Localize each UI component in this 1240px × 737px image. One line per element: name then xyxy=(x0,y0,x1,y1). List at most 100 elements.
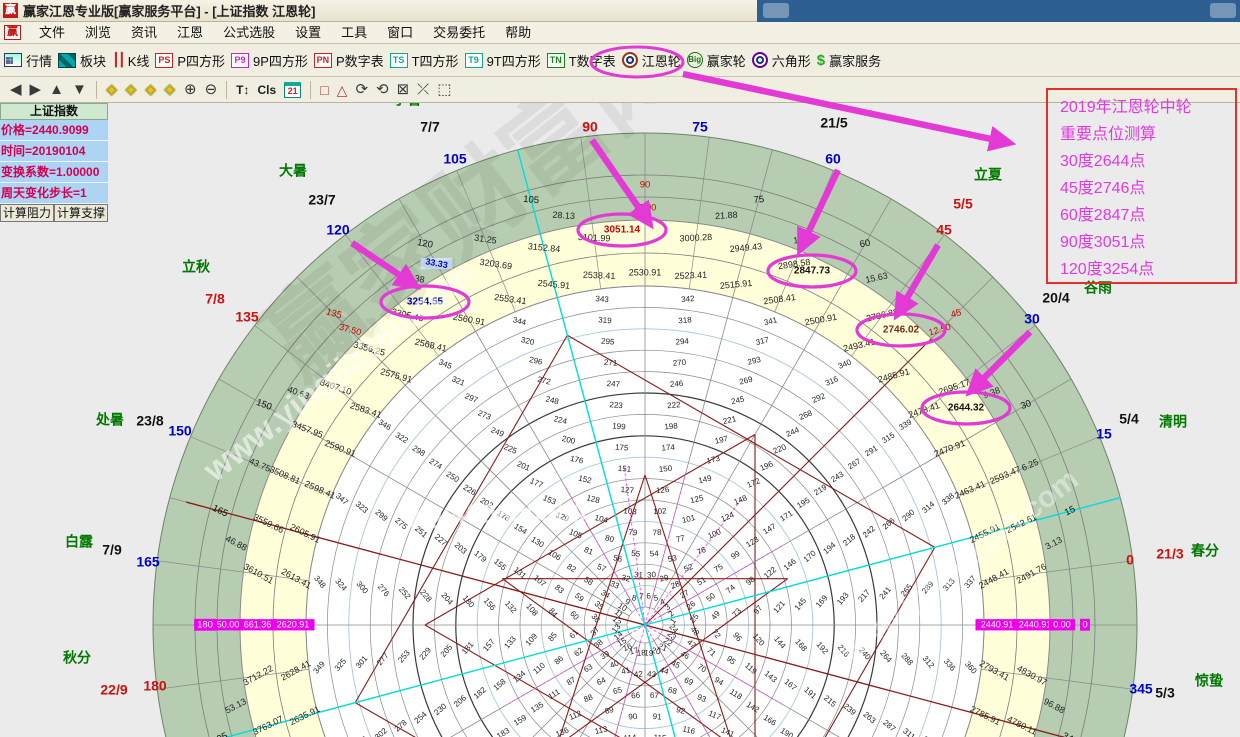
svg-text:78: 78 xyxy=(652,528,662,538)
svg-text:67: 67 xyxy=(650,691,660,701)
menu-item-文件[interactable]: 文件 xyxy=(29,22,75,43)
back-icon[interactable]: ◀ xyxy=(10,79,22,101)
svg-text:45: 45 xyxy=(936,222,952,238)
menu-item-设置[interactable]: 设置 xyxy=(285,22,331,43)
calc-support-button[interactable]: 计算支撑 xyxy=(54,204,108,222)
svg-text:2620.91: 2620.91 xyxy=(277,619,310,629)
toolbar-button-T四方形[interactable]: TST四方形 xyxy=(390,51,459,70)
svg-text:42: 42 xyxy=(634,669,644,679)
svg-text:246: 246 xyxy=(670,379,685,389)
diamond-up-icon[interactable]: ◈ xyxy=(145,79,157,101)
toolbar-button-T数字表[interactable]: TN T数字表 xyxy=(547,51,616,70)
svg-text:54: 54 xyxy=(650,549,660,559)
toolbar-label: T数字表 xyxy=(569,51,616,70)
zoom-out-icon[interactable]: ⊖ xyxy=(205,79,218,101)
svg-text:处暑: 处暑 xyxy=(95,412,124,428)
cls-button[interactable]: Cls xyxy=(258,79,277,101)
svg-text:2523.41: 2523.41 xyxy=(674,270,707,281)
svg-text:0: 0 xyxy=(1082,620,1087,631)
svg-text:5/5: 5/5 xyxy=(953,196,973,212)
diamond-right-icon[interactable]: ◈ xyxy=(120,84,142,96)
menu-item-窗口[interactable]: 窗口 xyxy=(377,22,423,43)
svg-text:7/8: 7/8 xyxy=(205,291,225,307)
svg-text:25.00: 25.00 xyxy=(634,202,657,212)
annotation-line: 90度3051点 xyxy=(1060,229,1235,256)
toolbar-button-六角形[interactable]: 六角形 xyxy=(752,51,811,70)
rotate-cw-icon[interactable]: ⟳ xyxy=(355,79,368,101)
toolbar-button-P四方形[interactable]: PSP四方形 xyxy=(155,51,225,70)
svg-text:31: 31 xyxy=(634,570,644,580)
toolbar-button-江恩轮[interactable]: 江恩轮 xyxy=(622,51,681,70)
calendar-icon[interactable]: 21 xyxy=(284,82,301,98)
square-tool-icon[interactable]: □ xyxy=(320,79,328,101)
price-row: 价格=2440.9099 xyxy=(0,120,108,141)
svg-text:2530.91: 2530.91 xyxy=(629,267,662,277)
svg-text:2847.73: 2847.73 xyxy=(794,266,831,277)
diamond-left-icon[interactable]: ◈ xyxy=(106,79,118,101)
svg-text:127: 127 xyxy=(620,485,635,495)
toolbar-separator xyxy=(96,81,97,99)
menu-item-浏览[interactable]: 浏览 xyxy=(75,22,121,43)
toolbar-label: 江恩轮 xyxy=(642,51,681,70)
svg-text:75: 75 xyxy=(692,119,708,135)
toolbar-button-9T四方形[interactable]: T99T四方形 xyxy=(465,51,541,70)
menu-item-交易委托[interactable]: 交易委托 xyxy=(423,22,495,43)
svg-text:QQ:400800360: QQ:400800360 xyxy=(400,499,586,529)
toolbar-label: K线 xyxy=(128,51,150,70)
svg-text:60: 60 xyxy=(859,238,871,251)
svg-text:55: 55 xyxy=(631,549,641,559)
svg-text:21/5: 21/5 xyxy=(820,115,847,131)
svg-text:3000.28: 3000.28 xyxy=(679,232,712,243)
toolbar-button-P数字表[interactable]: PNP数字表 xyxy=(314,51,384,70)
menu-item-工具[interactable]: 工具 xyxy=(331,22,377,43)
svg-text:271: 271 xyxy=(604,358,619,368)
svg-text:126: 126 xyxy=(656,485,671,495)
svg-text:2440.91: 2440.91 xyxy=(1019,619,1052,629)
toolbar-button-9P四方形[interactable]: P99P四方形 xyxy=(231,51,308,70)
up-arrow-icon[interactable]: ▲ xyxy=(49,79,64,101)
toolbar-label: T四方形 xyxy=(412,51,459,70)
svg-text:清明: 清明 xyxy=(1159,414,1187,430)
background-blob xyxy=(763,3,789,18)
select-tool-icon[interactable]: ⬚ xyxy=(437,79,451,101)
xbox-icon[interactable]: ⊠ xyxy=(397,79,410,101)
shrink-icon[interactable]: ⤫ xyxy=(417,79,429,101)
menu-item-公式选股[interactable]: 公式选股 xyxy=(213,22,285,43)
toolbar-button-赢家轮[interactable]: Big赢家轮 xyxy=(687,51,746,70)
step-row: 周天变化步长=1 xyxy=(0,183,108,204)
toolbar-separator xyxy=(226,81,227,99)
zoom-in-icon[interactable]: ⊕ xyxy=(184,79,197,101)
toolbar-button-赢家服务[interactable]: $赢家服务 xyxy=(817,51,881,70)
svg-text:大暑: 大暑 xyxy=(279,163,307,179)
toolbar-label: 行情 xyxy=(26,51,52,70)
rotate-ccw-icon[interactable]: ⟲ xyxy=(376,79,389,101)
svg-text:342: 342 xyxy=(681,294,696,304)
time-row: 时间=20190104 xyxy=(0,141,108,162)
calc-resistance-button[interactable]: 计算阻力 xyxy=(0,204,54,222)
window-title: 赢家江恩专业版[赢家服务平台] - [上证指数 江恩轮] xyxy=(23,1,315,20)
down-arrow-icon[interactable]: ▼ xyxy=(72,79,87,101)
menu-item-江恩[interactable]: 江恩 xyxy=(167,22,213,43)
triangle-tool-icon[interactable]: △ xyxy=(337,79,348,101)
updown-icon[interactable]: T↕ xyxy=(236,79,249,101)
svg-text:23/7: 23/7 xyxy=(308,192,335,208)
svg-text:30: 30 xyxy=(647,570,657,580)
toolbar-button-板块[interactable]: 板块 xyxy=(58,51,106,70)
svg-text:165: 165 xyxy=(136,554,160,570)
menu-item-资讯[interactable]: 资讯 xyxy=(121,22,167,43)
toolbar-button-行情[interactable]: ▦行情 xyxy=(4,51,52,70)
toolbar-button-K线[interactable]: ┃┃K线 xyxy=(112,51,149,70)
badge-P9-icon: P9 xyxy=(231,53,249,68)
diamond-down-icon[interactable]: ◈ xyxy=(164,79,176,101)
svg-text:43: 43 xyxy=(647,669,657,679)
forward-icon[interactable]: ▶ xyxy=(30,79,42,101)
badge-TN-icon: TN xyxy=(547,53,565,68)
menu-item-帮助[interactable]: 帮助 xyxy=(495,22,541,43)
kline-icon: ┃┃ xyxy=(112,52,124,68)
svg-text:30: 30 xyxy=(1024,311,1040,327)
svg-text:小满: 小满 xyxy=(891,103,919,105)
svg-text:2538.41: 2538.41 xyxy=(583,270,616,281)
svg-text:7/7: 7/7 xyxy=(420,119,440,135)
toolbar-label: 板块 xyxy=(80,51,106,70)
annotation-line: 60度2847点 xyxy=(1060,202,1235,229)
